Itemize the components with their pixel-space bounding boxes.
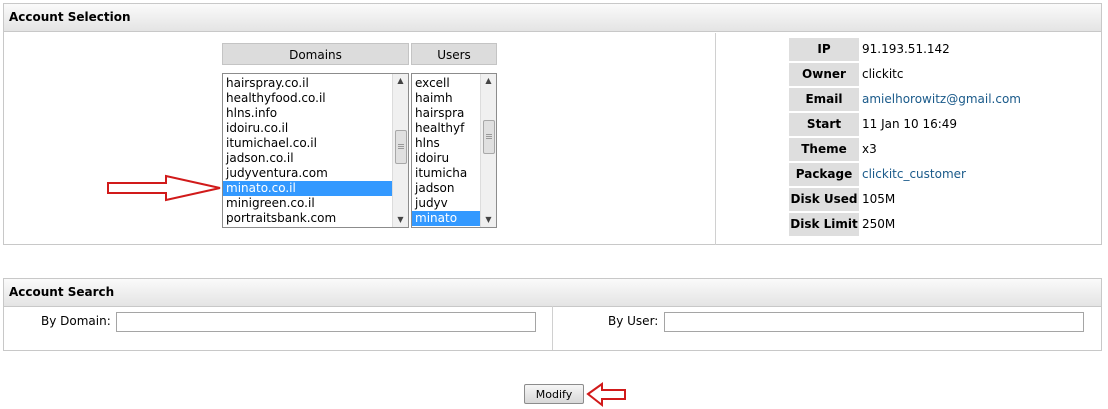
account-selection-title: Account Selection bbox=[4, 4, 1101, 32]
list-option[interactable]: minigreen.co.il bbox=[223, 196, 408, 211]
info-value: 105M bbox=[862, 192, 896, 206]
users-listbox[interactable]: excell haimh hairspra healthyf hlns idoiru itu… bbox=[411, 73, 497, 228]
modify-button[interactable]: Modify bbox=[524, 384, 584, 404]
info-value[interactable]: amielhorowitz@gmail.com bbox=[862, 88, 1021, 111]
info-value[interactable]: clickitc_customer bbox=[862, 163, 966, 186]
domains-listbox[interactable]: hairspray.co.il healthyfood.co.il hlns.inf… bbox=[222, 73, 409, 228]
info-key: Theme bbox=[789, 138, 859, 161]
scroll-up-icon[interactable]: ▲ bbox=[393, 74, 408, 88]
list-option[interactable]: jadson.co.il bbox=[223, 151, 408, 166]
scroll-thumb[interactable] bbox=[395, 130, 407, 164]
annotation-arrow-right-icon bbox=[107, 174, 221, 202]
info-key: Owner bbox=[789, 63, 859, 86]
scroll-down-icon[interactable]: ▼ bbox=[481, 213, 496, 227]
info-key: Disk Limit bbox=[789, 213, 859, 236]
list-option[interactable]: portraitsbank.com bbox=[223, 211, 408, 226]
list-option[interactable]: judyventura.com bbox=[223, 166, 408, 181]
users-scrollbar[interactable]: ▲ ▼ bbox=[480, 74, 496, 227]
by-domain-input[interactable] bbox=[116, 312, 536, 332]
info-value: 91.193.51.142 bbox=[862, 42, 950, 56]
info-key: Start Date bbox=[789, 113, 859, 154]
by-user-label: By User: bbox=[608, 314, 659, 328]
info-key: Disk Used bbox=[789, 188, 859, 211]
list-option[interactable]: minato.co.il bbox=[223, 181, 408, 196]
info-key: Package bbox=[789, 163, 859, 186]
search-divider bbox=[552, 306, 553, 350]
list-option[interactable]: itumichael.co.il bbox=[223, 136, 408, 151]
by-domain-label: By Domain: bbox=[41, 314, 111, 328]
users-column-header: Users bbox=[411, 43, 497, 65]
info-key: Email bbox=[789, 88, 859, 111]
annotation-arrow-left-icon bbox=[586, 382, 626, 408]
info-value: x3 bbox=[862, 142, 877, 156]
info-key: IP bbox=[789, 38, 859, 61]
list-option[interactable]: healthyfood.co.il bbox=[223, 91, 408, 106]
scroll-thumb[interactable] bbox=[483, 120, 495, 154]
info-value: clickitc bbox=[862, 67, 904, 81]
list-option[interactable]: hlns.info bbox=[223, 106, 408, 121]
info-value: 250M bbox=[862, 217, 896, 231]
panel-divider bbox=[715, 33, 716, 245]
list-option[interactable]: idoiru.co.il bbox=[223, 121, 408, 136]
account-search-title: Account Search bbox=[4, 279, 1101, 307]
account-search-panel: Account Search By Domain: By User: bbox=[3, 278, 1102, 351]
domains-scrollbar[interactable]: ▲ ▼ bbox=[392, 74, 408, 227]
domains-column-header: Domains bbox=[222, 43, 409, 65]
by-user-input[interactable] bbox=[664, 312, 1084, 332]
scroll-up-icon[interactable]: ▲ bbox=[481, 74, 496, 88]
list-option[interactable]: hairspray.co.il bbox=[223, 76, 408, 91]
info-value: 11 Jan 10 16:49 bbox=[862, 117, 958, 131]
scroll-down-icon[interactable]: ▼ bbox=[393, 213, 408, 227]
